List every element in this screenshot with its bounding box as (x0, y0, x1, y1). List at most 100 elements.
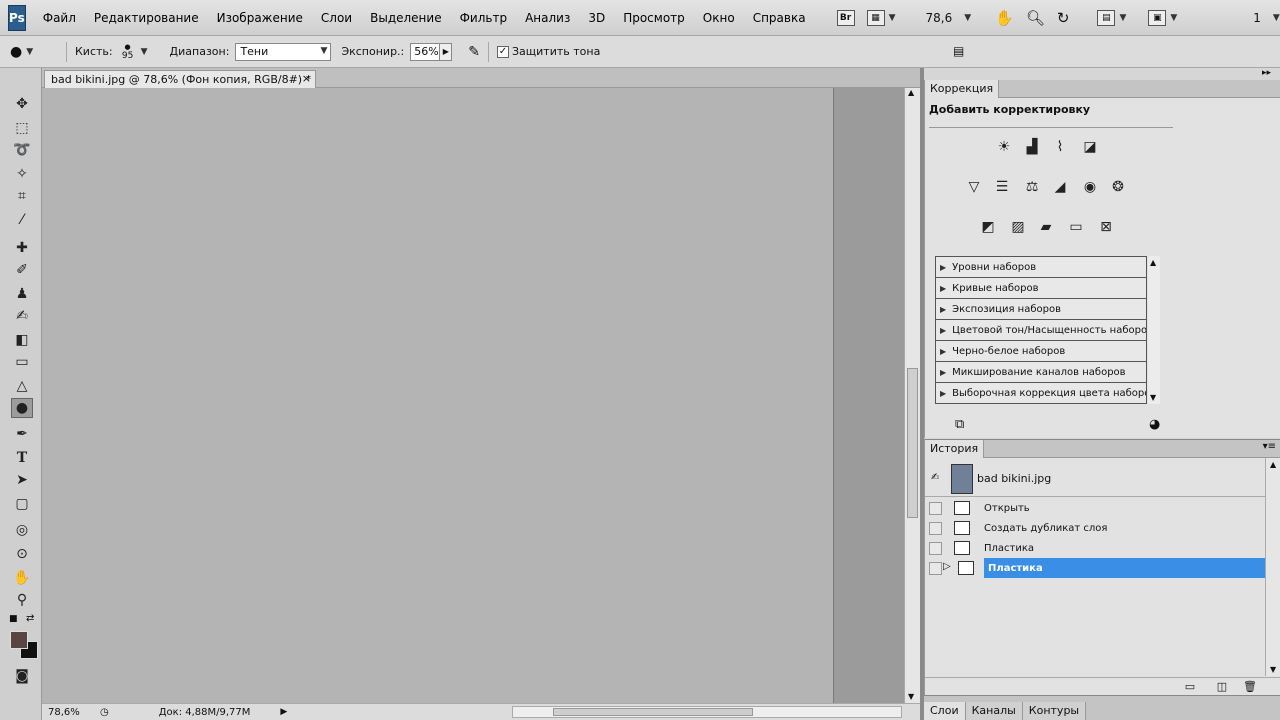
history-source-box[interactable] (929, 541, 942, 555)
default-colors-icon[interactable]: ■ (9, 614, 18, 624)
hand-tool-button[interactable]: ✋ (989, 7, 1020, 29)
menu-view[interactable]: Просмотр (614, 11, 694, 25)
history-step[interactable]: Пластика (925, 538, 1265, 558)
eyedropper-tool-icon[interactable]: ⁄ (11, 210, 33, 230)
screen-mode-toggle[interactable]: ▣ ▼ (1142, 7, 1183, 29)
zoom-percent[interactable]: 78,6% (48, 707, 94, 718)
curves-icon[interactable]: ⌇ (1049, 137, 1071, 157)
screen-mode-button[interactable]: ▦ ▼ (861, 7, 902, 29)
color-balance-icon[interactable]: ⚖ (1021, 177, 1043, 197)
scroll-down-icon[interactable]: ▼ (1150, 393, 1156, 402)
pen-tool-icon[interactable]: ✒ (11, 424, 33, 444)
scroll-down-icon[interactable]: ▼ (1270, 665, 1276, 674)
preset-hue-saturation[interactable]: ▶ Цветовой тон/Насыщенность наборов (936, 320, 1146, 341)
new-document-from-state-icon[interactable]: ▭ (1183, 680, 1197, 694)
menu-window[interactable]: Окно (694, 11, 744, 25)
rotate-view-button[interactable]: ↻ (1051, 7, 1076, 29)
panel-options-icon[interactable]: ◕ (1149, 417, 1160, 432)
range-select[interactable]: Тени ▼ (235, 42, 332, 61)
menu-help[interactable]: Справка (744, 11, 815, 25)
tab-channels[interactable]: Каналы (965, 702, 1023, 720)
arrange-documents-button[interactable]: ▤ ▼ (1091, 7, 1132, 29)
tab-layers[interactable]: Слои (924, 702, 966, 720)
crop-tool-icon[interactable]: ⌗ (11, 186, 33, 206)
brush-picker[interactable]: ● 95 ▼ (119, 43, 148, 61)
canvas-vertical-scrollbar[interactable]: ▲ ▼ (904, 88, 920, 703)
invert-icon[interactable]: ◩ (977, 217, 999, 237)
eraser-tool-icon[interactable]: ◧ (11, 330, 33, 350)
airbrush-button[interactable]: ✎ (468, 44, 480, 60)
exposure-input[interactable]: 56% (410, 42, 441, 61)
quick-mask-icon[interactable]: ◙ (11, 666, 33, 686)
preset-exposure[interactable]: ▶ Экспозиция наборов (936, 299, 1146, 320)
zoom-tool-icon[interactable]: ⚲ (11, 590, 33, 610)
menu-edit[interactable]: Редактирование (85, 11, 208, 25)
shape-tool-icon[interactable]: ▢ (11, 494, 33, 514)
brush-tool-icon[interactable]: ✐ (11, 260, 33, 280)
menu-layer[interactable]: Слои (312, 11, 361, 25)
panel-menu-icon[interactable]: ▾≡ (1263, 441, 1276, 452)
history-step-selected[interactable]: ▷ Пластика (925, 558, 1265, 578)
tab-adjustments[interactable]: Коррекция (925, 80, 1000, 98)
gradient-map-icon[interactable]: ▭ (1065, 217, 1087, 237)
swap-colors-icon[interactable]: ⇄ (26, 613, 34, 624)
zoom-level-select[interactable]: 78,6 ▼ (919, 7, 977, 29)
close-icon[interactable]: × (302, 72, 311, 85)
clone-stamp-tool-icon[interactable]: ♟ (11, 284, 33, 304)
black-white-icon[interactable]: ◢ (1049, 177, 1071, 197)
marquee-tool-icon[interactable]: ⬚ (11, 118, 33, 138)
scroll-up-icon[interactable]: ▲ (908, 88, 914, 97)
trash-icon[interactable]: 🗑︎ (1243, 680, 1257, 694)
clip-to-layer-icon[interactable]: ⧉ (955, 417, 964, 432)
channel-mixer-icon[interactable]: ❂ (1107, 177, 1129, 197)
healing-brush-tool-icon[interactable]: ✚ (11, 238, 33, 258)
protect-tones-checkbox[interactable]: ✓ Защитить тона (497, 45, 606, 58)
tool-preset-picker[interactable]: ● ▼ (10, 44, 58, 60)
presets-scrollbar[interactable]: ▲ ▼ (1148, 256, 1160, 404)
burn-tool-icon[interactable]: ● (11, 398, 33, 418)
exposure-slider-toggle[interactable]: ▶ (440, 42, 453, 61)
scroll-down-icon[interactable]: ▼ (908, 692, 914, 701)
history-snapshot[interactable]: ✍ bad bikini.jpg (925, 461, 1265, 497)
hand-tool-icon[interactable]: ✋ (11, 568, 33, 588)
dock-collapse-icon[interactable]: ▸▸ (1262, 68, 1271, 78)
history-scrollbar[interactable]: ▲ ▼ (1265, 458, 1280, 676)
menu-analysis[interactable]: Анализ (516, 11, 579, 25)
threshold-icon[interactable]: ▰ (1035, 217, 1057, 237)
exposure-icon[interactable]: ◪ (1079, 137, 1101, 157)
3d-rotate-tool-icon[interactable]: ◎ (11, 520, 33, 540)
type-tool-icon[interactable]: T (11, 448, 33, 468)
preset-selective-color[interactable]: ▶ Выборочная коррекция цвета наборов (936, 383, 1146, 404)
posterize-icon[interactable]: ▨ (1007, 217, 1029, 237)
status-menu-arrow-icon[interactable]: ▶ (280, 707, 287, 717)
zoom-tool-button[interactable]: 🔍︎ (1020, 7, 1051, 29)
tab-history[interactable]: История (925, 440, 985, 458)
preset-black-white[interactable]: ▶ Черно-белое наборов (936, 341, 1146, 362)
path-select-tool-icon[interactable]: ➤ (11, 470, 33, 490)
tab-paths[interactable]: Контуры (1022, 702, 1087, 720)
hue-saturation-icon[interactable]: ☰ (991, 177, 1013, 197)
history-source-box[interactable] (929, 501, 942, 515)
menu-image[interactable]: Изображение (208, 11, 312, 25)
menu-select[interactable]: Выделение (361, 11, 450, 25)
scrollbar-thumb[interactable] (907, 368, 918, 518)
lasso-tool-icon[interactable]: ➰ (11, 140, 33, 160)
history-brush-tool-icon[interactable]: ✍ (11, 306, 33, 326)
blur-tool-icon[interactable]: △ (11, 376, 33, 396)
history-step[interactable]: Открыть (925, 498, 1265, 518)
current-state-slider-icon[interactable]: ▷ (943, 561, 951, 572)
preset-levels[interactable]: ▶ Уровни наборов (936, 257, 1146, 278)
preset-channel-mixer[interactable]: ▶ Микширование каналов наборов (936, 362, 1146, 383)
vibrance-icon[interactable]: ▽ (963, 177, 985, 197)
history-source-box[interactable] (929, 561, 942, 575)
history-source-box[interactable] (929, 521, 942, 535)
status-info-icon[interactable]: ◷ (100, 707, 109, 718)
scroll-up-icon[interactable]: ▲ (1150, 258, 1156, 267)
history-step[interactable]: Создать дубликат слоя (925, 518, 1265, 538)
workspace-select[interactable]: 1 ▼ (1247, 7, 1280, 29)
quick-select-tool-icon[interactable]: ✧ (11, 164, 33, 184)
brush-panel-toggle-icon[interactable]: ▤ (953, 44, 964, 58)
preset-curves[interactable]: ▶ Кривые наборов (936, 278, 1146, 299)
foreground-color-swatch[interactable] (10, 631, 28, 649)
menu-filter[interactable]: Фильтр (451, 11, 516, 25)
